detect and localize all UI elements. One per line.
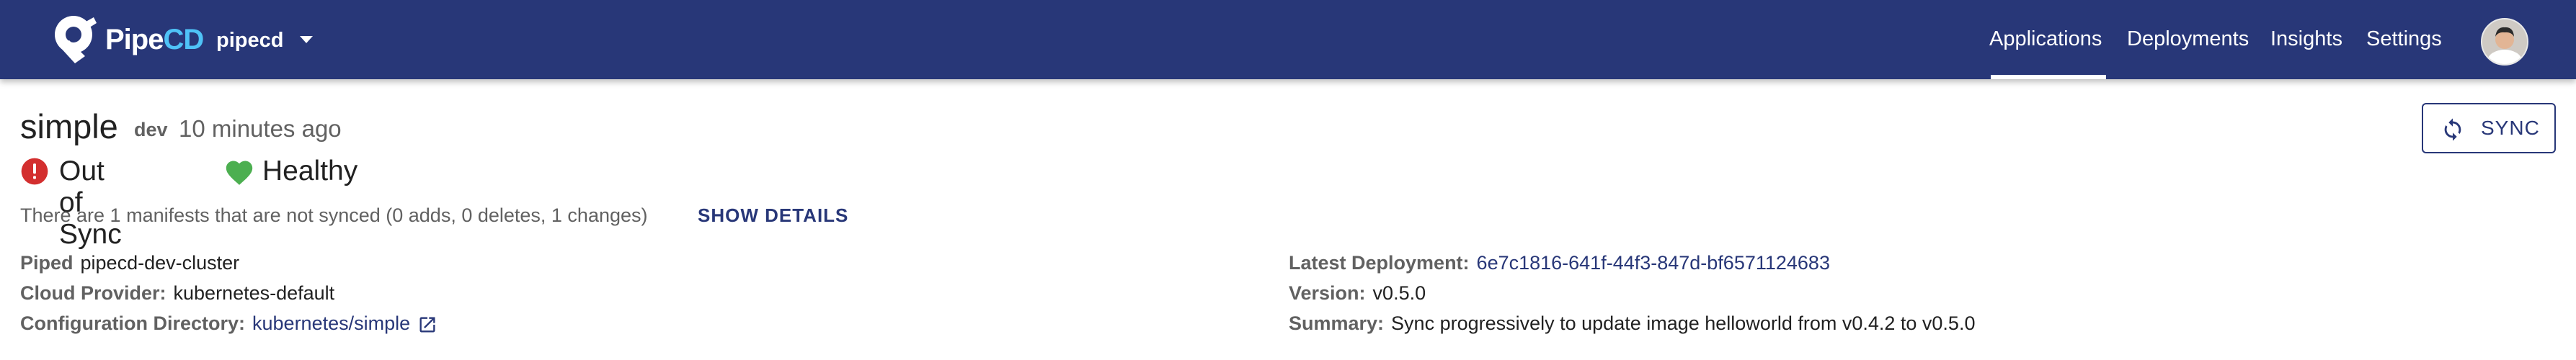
version-label: Version: xyxy=(1289,282,1366,304)
config-directory-link[interactable]: kubernetes/simple xyxy=(252,312,410,334)
latest-deployment-link[interactable]: 6e7c1816-641f-44f3-847d-bf6571124683 xyxy=(1477,252,1830,274)
cloud-provider-label: Cloud Provider: xyxy=(20,282,166,304)
avatar[interactable] xyxy=(2481,18,2528,66)
top-app-bar: PipeCD pipecd Applications Deployments I… xyxy=(0,0,2576,79)
config-directory-field: Configuration Directory: kubernetes/simpl… xyxy=(20,311,438,336)
cloud-provider-field: Cloud Provider: kubernetes-default xyxy=(20,281,334,305)
active-tab-indicator xyxy=(1991,75,2106,79)
caret-down-icon[interactable] xyxy=(300,36,313,43)
manifest-sync-message: There are 1 manifests that are not synce… xyxy=(20,204,648,226)
updated-time: 10 minutes ago xyxy=(179,115,342,142)
config-directory-label: Configuration Directory: xyxy=(20,312,246,334)
pipecd-logo-icon[interactable] xyxy=(49,13,104,66)
summary-label: Summary: xyxy=(1289,312,1385,334)
latest-deployment-field: Latest Deployment: 6e7c1816-641f-44f3-847… xyxy=(1289,251,1830,275)
nav-insights[interactable]: Insights xyxy=(2270,0,2342,79)
nav-deployments[interactable]: Deployments xyxy=(2127,0,2249,79)
user-avatar-icon xyxy=(2482,19,2527,64)
application-name: simple xyxy=(20,107,118,145)
heart-icon xyxy=(226,161,253,185)
version-field: Version: v0.5.0 xyxy=(1289,281,1426,305)
latest-deployment-label: Latest Deployment: xyxy=(1289,252,1470,274)
project-selector[interactable]: pipecd xyxy=(216,26,283,55)
nav-applications[interactable]: Applications xyxy=(1989,0,2102,79)
sync-button[interactable]: SYNC xyxy=(2422,103,2556,153)
sync-button-label: SYNC xyxy=(2481,117,2540,139)
brand-name[interactable]: PipeCD xyxy=(105,23,204,56)
summary-value: Sync progressively to update image hello… xyxy=(1391,312,1976,334)
sync-icon xyxy=(2444,118,2461,141)
piped-field: Piped pipecd-dev-cluster xyxy=(20,251,239,275)
version-value: v0.5.0 xyxy=(1372,282,1426,304)
cloud-provider-value: kubernetes-default xyxy=(173,282,335,304)
summary-field: Summary: Sync progressively to update ima… xyxy=(1289,311,1975,336)
show-details-button[interactable]: SHOW DETAILS xyxy=(698,203,848,228)
piped-label: Piped xyxy=(20,252,74,274)
piped-value: pipecd-dev-cluster xyxy=(80,252,240,274)
health-status: Healthy xyxy=(262,156,358,186)
open-in-new-icon[interactable] xyxy=(417,315,438,335)
error-icon xyxy=(21,158,48,185)
environment-label: dev xyxy=(134,119,168,140)
nav-settings[interactable]: Settings xyxy=(2366,0,2442,79)
